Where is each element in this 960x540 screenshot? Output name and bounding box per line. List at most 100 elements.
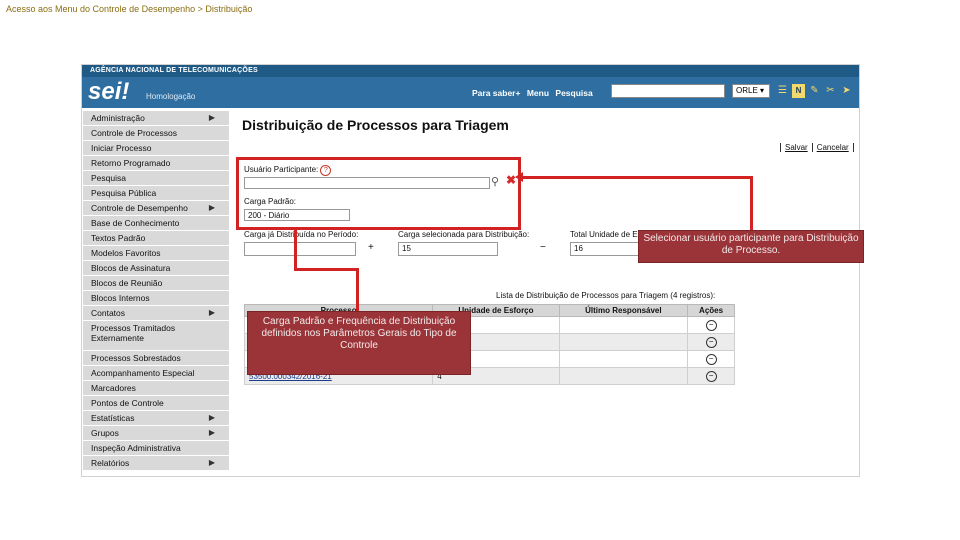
cancel-button[interactable]: Cancelar	[811, 143, 854, 152]
column-header[interactable]: Último Responsável	[558, 304, 689, 317]
remove-icon[interactable]: −	[705, 353, 717, 365]
arrow-left-icon	[515, 172, 523, 182]
sidebar-item-label: Controle de Desempenho	[91, 203, 188, 213]
sei-logo[interactable]: sei!	[88, 78, 129, 106]
connector-line	[294, 230, 297, 270]
column-header: Ações	[687, 304, 735, 317]
sidebar-item[interactable]: Marcadores	[83, 381, 229, 395]
sidebar-item-label: Estatísticas	[91, 413, 135, 423]
sidebar-item-label: Blocos de Reunião	[91, 278, 163, 288]
sidebar-item[interactable]: Grupos ▶	[83, 426, 229, 440]
sidebar-item-label: Retorno Programado	[91, 158, 171, 168]
sidebar-item[interactable]: Administração ▶	[83, 111, 229, 125]
callout-carga: Carga Padrão e Frequência de Distribuiçã…	[247, 311, 471, 375]
remove-icon[interactable]: −	[705, 336, 717, 348]
pin-icon[interactable]: ✎	[808, 84, 821, 98]
top-links: Para saber+ Menu Pesquisa	[472, 88, 597, 98]
sidebar-item-label: Processos Tramitados Externamente	[91, 323, 176, 343]
sidebar-item[interactable]: Blocos Internos	[83, 291, 229, 305]
chevron-right-icon: ▶	[208, 428, 215, 437]
cell-responsavel	[558, 316, 689, 334]
sidebar-item[interactable]: Retorno Programado	[83, 156, 229, 170]
table-caption: Lista de Distribuição de Processos para …	[496, 291, 716, 300]
search-input[interactable]	[611, 84, 725, 98]
sidebar-item[interactable]: Blocos de Reunião	[83, 276, 229, 290]
sidebar-item[interactable]: Estatísticas ▶	[83, 411, 229, 425]
sidebar-item[interactable]: Pesquisa	[83, 171, 229, 185]
sidebar-item[interactable]: Pontos de Controle	[83, 396, 229, 410]
sidebar-item-label: Acompanhamento Especial	[91, 368, 195, 378]
top-bar: sei! Homologação Para saber+ Menu Pesqui…	[82, 77, 859, 108]
grid-icon[interactable]: ☰	[776, 84, 789, 98]
agency-bar: AGÊNCIA NACIONAL DE TELECOMUNICAÇÕES	[82, 65, 859, 77]
slide-title: Acesso aos Menu do Controle de Desempenh…	[6, 4, 253, 14]
unit-select[interactable]: ORLE ▾	[732, 84, 770, 98]
remove-icon[interactable]: −	[705, 319, 717, 331]
sidebar-item-label: Controle de Processos	[91, 128, 177, 138]
sidebar-item-label: Relatórios	[91, 458, 130, 468]
cell-acoes: −	[687, 350, 735, 368]
sidebar-item-label: Blocos Internos	[91, 293, 150, 303]
connector-line	[356, 268, 359, 312]
connector-line	[750, 176, 753, 230]
cell-acoes: −	[687, 367, 735, 385]
sidebar-item[interactable]: Contatos ▶	[83, 306, 229, 320]
new-icon[interactable]: N	[792, 84, 805, 98]
chevron-right-icon: ▶	[208, 458, 215, 467]
sidebar-item-label: Processos Sobrestados	[91, 353, 181, 363]
sidebar-item-label: Pesquisa	[91, 173, 126, 183]
sidebar-item[interactable]: Relatórios ▶	[83, 456, 229, 470]
carga-distribuida-label: Carga já Distribuída no Período:	[244, 230, 359, 239]
sidebar-item[interactable]: Processos Tramitados Externamente	[83, 321, 229, 350]
chevron-right-icon: ▶	[208, 413, 215, 422]
connector-line	[522, 176, 752, 179]
save-button[interactable]: Salvar	[780, 143, 812, 152]
sidebar-item-label: Pontos de Controle	[91, 398, 164, 408]
carga-distribuida-field	[244, 242, 356, 256]
remove-icon[interactable]: −	[705, 370, 717, 382]
cell-acoes: −	[687, 333, 735, 351]
sidebar-item-label: Administração	[91, 113, 145, 123]
sidebar-item[interactable]: Processos Sobrestados	[83, 351, 229, 365]
chevron-right-icon: ▶	[208, 113, 215, 122]
plus-sign: +	[368, 242, 374, 253]
sidebar-item[interactable]: Acompanhamento Especial	[83, 366, 229, 380]
sidebar-item[interactable]: Textos Padrão	[83, 231, 229, 245]
cell-responsavel	[558, 333, 689, 351]
sidebar-item-label: Modelos Favoritos	[91, 248, 161, 258]
sidebar-item-label: Pesquisa Pública	[91, 188, 157, 198]
page-title: Distribuição de Processos para Triagem	[242, 117, 509, 133]
form-actions: Salvar Cancelar	[780, 143, 854, 152]
sidebar-item-label: Base de Conhecimento	[91, 218, 180, 228]
sidebar-item[interactable]: Pesquisa Pública	[83, 186, 229, 200]
link-pesquisa[interactable]: Pesquisa	[555, 88, 592, 98]
cell-responsavel	[558, 367, 689, 385]
chevron-right-icon: ▶	[208, 203, 215, 212]
tools-icon[interactable]: ✂	[824, 84, 837, 98]
sidebar-menu: Administração ▶ Controle de Processos Ini…	[83, 111, 229, 471]
arrow-icon[interactable]: ➤	[840, 84, 853, 98]
link-menu[interactable]: Menu	[527, 88, 549, 98]
sidebar-item[interactable]: Modelos Favoritos	[83, 246, 229, 260]
sidebar-item-label: Iniciar Processo	[91, 143, 152, 153]
sidebar-item-label: Blocos de Assinatura	[91, 263, 171, 273]
chevron-right-icon: ▶	[208, 308, 215, 317]
sidebar-item-label: Inspeção Administrativa	[91, 443, 181, 453]
sidebar-item[interactable]: Controle de Processos	[83, 126, 229, 140]
sidebar-item[interactable]: Base de Conhecimento	[83, 216, 229, 230]
sidebar-item[interactable]: Inspeção Administrativa	[83, 441, 229, 455]
sidebar-item-label: Grupos	[91, 428, 119, 438]
sei-window: AGÊNCIA NACIONAL DE TELECOMUNICAÇÕES sei…	[81, 64, 860, 477]
sidebar-item-label: Marcadores	[91, 383, 136, 393]
environment-label: Homologação	[146, 92, 196, 101]
carga-selecionada-label: Carga selecionada para Distribuição:	[398, 230, 530, 239]
callout-usuario: Selecionar usuário participante para Dis…	[638, 230, 864, 263]
sidebar-item[interactable]: Iniciar Processo	[83, 141, 229, 155]
sidebar-item[interactable]: Controle de Desempenho ▶	[83, 201, 229, 215]
sidebar-item-label: Contatos	[91, 308, 126, 318]
link-para-saber[interactable]: Para saber+	[472, 88, 520, 98]
toolbar-icons: ☰ N ✎ ✂ ➤	[776, 84, 853, 98]
sidebar-item[interactable]: Blocos de Assinatura	[83, 261, 229, 275]
minus-sign: −	[540, 242, 546, 253]
carga-selecionada-field: 15	[398, 242, 498, 256]
